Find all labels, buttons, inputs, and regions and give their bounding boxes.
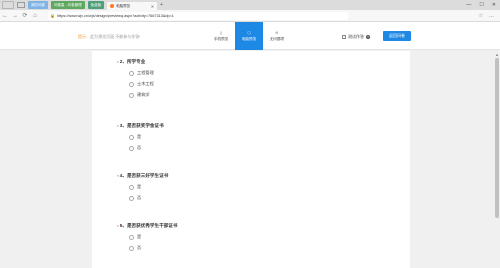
question-text: 是否获奖学金证书	[126, 123, 164, 128]
option-label: 否	[137, 245, 142, 250]
option[interactable]: 否	[129, 145, 164, 151]
required-mark: *	[117, 123, 119, 129]
tab-actions-icon[interactable]	[2, 1, 14, 9]
lock-icon: 🔒	[50, 13, 55, 18]
test-mode-toggle[interactable]: 测试作答 ?	[342, 34, 370, 40]
mode-label: 电脑预览	[241, 36, 257, 41]
question-text: 是否获三好学生证书	[126, 173, 169, 178]
tab-2[interactable]: 免费版	[87, 1, 105, 9]
option[interactable]: 工程管理	[129, 70, 154, 76]
preview-tip: 提示: 此为预览页面,不能参与作答!	[78, 34, 140, 40]
close-window-button[interactable]: ✕	[492, 2, 496, 8]
navigation-bar: ← → ⟳ ⌂ 🔒 https://www.wjx.cn/wjx/design/…	[0, 10, 500, 22]
option[interactable]: 否	[129, 245, 178, 251]
minimize-button[interactable]: —	[466, 2, 471, 8]
address-text: https://www.wjx.cn/wjx/design/previewq.a…	[56, 13, 174, 18]
question-3: * 3、 是否获奖学金证书 是 否	[117, 123, 164, 151]
browser-tab-bar: 我的问卷 问卷星 - 问卷管理 免费版 电脑预览 ✕ + — ☐ ✕	[0, 0, 500, 10]
tab-0-label: 我的问卷	[31, 2, 45, 7]
mode-label: 手机预览	[213, 36, 229, 41]
option[interactable]: 是	[129, 184, 168, 190]
mode-desktop-preview[interactable]: 🖵 电脑预览	[235, 22, 263, 50]
radio-button[interactable]	[129, 145, 134, 151]
option-label: 土木工程	[137, 81, 154, 86]
tab-0[interactable]: 我的问卷	[28, 1, 48, 9]
help-icon[interactable]: ?	[366, 35, 370, 39]
tab-active-label: 电脑预览	[116, 3, 131, 8]
option-label: 是	[137, 184, 142, 189]
question-text: 是否获优秀学生干部证书	[126, 223, 178, 228]
radio-button[interactable]	[129, 245, 134, 251]
radio-button[interactable]	[129, 195, 134, 201]
question-number: 5、	[119, 223, 127, 228]
option[interactable]: 土木工程	[129, 81, 154, 87]
option[interactable]: 建筑学	[129, 92, 154, 98]
option-label: 否	[137, 195, 142, 200]
phone-icon: ▯	[220, 30, 222, 35]
question-number: 4、	[119, 173, 127, 178]
favorite-star-icon[interactable]: ☆	[479, 13, 483, 19]
site-favicon-icon	[110, 4, 115, 8]
question-2: * 2、 所学专业 工程管理 土木工程 建筑学	[117, 59, 154, 98]
refresh-button[interactable]: ⟳	[20, 12, 30, 19]
mode-mobile-preview[interactable]: ▯ 手机预览	[207, 22, 235, 50]
option-label: 是	[137, 134, 142, 139]
option-label: 建筑学	[137, 92, 150, 97]
question-number: 2、	[119, 59, 127, 64]
maximize-button[interactable]: ☐	[479, 2, 483, 8]
test-mode-label: 测试作答	[348, 34, 364, 39]
scroll-up-arrow-icon[interactable]: ▲	[495, 52, 499, 57]
radio-button[interactable]	[129, 134, 134, 140]
tip-label: 提示:	[78, 34, 88, 39]
option[interactable]: 否	[129, 195, 168, 201]
question-5: * 5、 是否获优秀学生干部证书 是 否	[117, 223, 178, 251]
tab-2-label: 免费版	[90, 2, 102, 7]
address-bar[interactable]: 🔒 https://www.wjx.cn/wjx/design/previewq…	[48, 11, 348, 20]
question-number: 3、	[119, 123, 127, 128]
new-tab-button[interactable]: +	[160, 2, 163, 8]
tab-close-icon[interactable]: ✕	[151, 4, 154, 9]
scrollbar-thumb[interactable]	[495, 58, 499, 218]
radio-button[interactable]	[129, 81, 134, 87]
tab-active[interactable]: 电脑预览 ✕	[107, 2, 158, 10]
preview-mode-switcher: ▯ 手机预览 🖵 电脑预览 ⊙ 无问题项	[207, 22, 291, 50]
tab-list-icon[interactable]	[17, 2, 25, 8]
monitor-icon: 🖵	[247, 30, 251, 35]
required-mark: *	[117, 223, 119, 229]
question-title: * 3、 是否获奖学金证书	[117, 123, 164, 129]
back-button[interactable]: ←	[0, 13, 10, 19]
question-title: * 5、 是否获优秀学生干部证书	[117, 223, 178, 229]
forward-button[interactable]: →	[10, 13, 20, 19]
mode-no-question[interactable]: ⊙ 无问题项	[263, 22, 291, 50]
required-mark: *	[117, 59, 119, 65]
question-4: * 4、 是否获三好学生证书 是 否	[117, 173, 168, 201]
more-menu-icon[interactable]: …	[489, 13, 494, 19]
mode-label: 无问题项	[269, 36, 285, 41]
option[interactable]: 是	[129, 134, 164, 140]
question-title: * 2、 所学专业	[117, 59, 154, 65]
tab-1[interactable]: 问卷星 - 问卷管理	[51, 1, 85, 9]
radio-button[interactable]	[129, 184, 134, 190]
tip-text: 此为预览页面,不能参与作答!	[90, 34, 141, 39]
radio-button[interactable]	[129, 92, 134, 98]
radio-button[interactable]	[129, 234, 134, 240]
option[interactable]: 是	[129, 234, 178, 240]
tab-1-label: 问卷星 - 问卷管理	[54, 2, 82, 7]
radio-button[interactable]	[129, 70, 134, 76]
home-button[interactable]: ⌂	[30, 13, 40, 19]
question-title: * 4、 是否获三好学生证书	[117, 173, 168, 179]
option-label: 工程管理	[137, 70, 154, 75]
back-to-survey-button[interactable]: 返回问卷	[383, 31, 411, 41]
target-icon: ⊙	[275, 30, 279, 35]
option-label: 否	[137, 145, 142, 150]
question-text: 所学专业	[126, 59, 146, 64]
required-mark: *	[117, 173, 119, 179]
test-mode-checkbox[interactable]	[342, 35, 346, 39]
option-label: 是	[137, 234, 142, 239]
preview-toolbar: 提示: 此为预览页面,不能参与作答! ▯ 手机预览 🖵 电脑预览 ⊙ 无问题项 …	[0, 22, 500, 50]
